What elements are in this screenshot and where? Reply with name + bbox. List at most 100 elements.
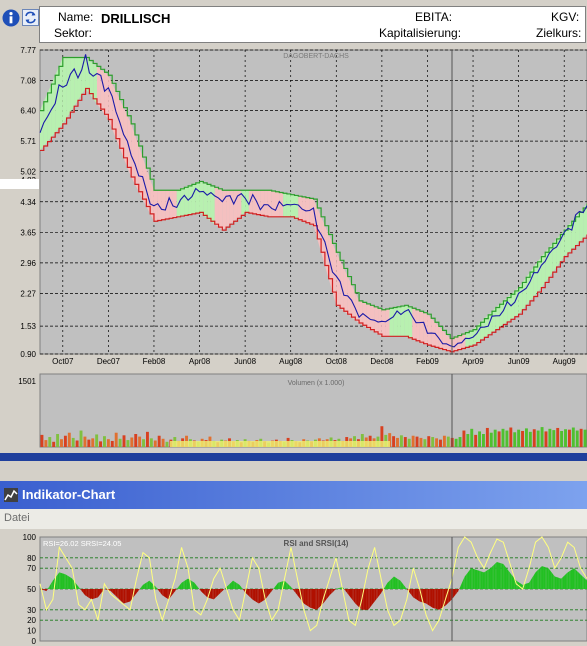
rsi-area-segment [192,581,195,589]
price-y-tick: 3.65 [20,228,36,237]
volume-bar [501,428,505,447]
rsi-area-segment [126,589,129,603]
rsi-area-segment [123,589,126,604]
rsi-area-segment [146,581,148,589]
volume-bar [552,430,556,447]
volume-bar [579,428,583,447]
price-volume-chart[interactable]: 7.777.086.405.715.024.834.343.652.962.27… [0,44,587,454]
volume-bar [83,436,87,447]
info-icon[interactable] [2,9,20,27]
volume-chart-title: Volumen (x 1.000) [288,380,345,387]
volume-bar [63,435,67,447]
rsi-area-segment [466,572,468,589]
rsi-area-segment [435,589,438,610]
rsi-area-segment [477,570,480,589]
volume-bar [114,432,118,447]
rsi-area-segment [368,589,370,610]
rsi-area-segment [413,589,415,599]
rsi-area-segment [577,571,579,589]
rsi-y-tick: 80 [27,554,36,563]
indicator-window-titlebar[interactable]: Indikator-Chart [0,481,587,509]
rsi-area-segment [253,589,256,602]
volume-bar [138,436,142,447]
rsi-area-segment [315,589,317,610]
rsi-area-segment [86,589,89,598]
price-x-tick: Oct07 [52,357,74,366]
rsi-area-segment [482,571,485,589]
rsi-area-segment [184,579,187,589]
volume-bar [458,437,462,447]
volume-bar [454,438,458,447]
rsi-area-segment [393,576,396,589]
rsi-area-segment [490,566,493,589]
rsi-area-segment [128,589,131,602]
rsi-area-segment [57,572,60,589]
rsi-area-segment [88,589,90,599]
volume-bar [95,434,99,447]
band-fill-segment [233,190,238,222]
rsi-area-segment [89,589,92,600]
rsi-area-segment [426,589,428,605]
rsi-area-segment [575,569,578,589]
rsi-area-segment [509,572,512,589]
volume-bar [91,438,95,447]
rsi-area-segment [249,589,251,598]
rsi-area-segment [554,576,557,589]
rsi-area-segment [389,579,391,589]
volume-bar [403,437,407,447]
price-x-tick: Jun09 [508,357,530,366]
volume-bar [419,437,423,447]
volume-bar [153,440,157,447]
rsi-area-segment [307,589,309,607]
rsi-readout: RSI=26.02 SRSI=24.05 [43,539,121,548]
rsi-area-segment [278,582,280,589]
price-y-tick: 6.40 [20,107,36,116]
price-x-tick: Jun08 [234,357,256,366]
band-fill-segment [385,308,390,337]
rsi-area-segment [234,581,237,589]
rsi-area-segment [310,589,312,609]
rsi-area-segment [525,583,528,589]
rsi-area-segment [305,589,308,606]
ebita-label: EBITA: [415,10,453,24]
volume-bar [56,434,60,447]
rsi-area-segment [474,569,476,589]
rsi-area-segment [438,589,441,610]
rsi-area-segment [485,570,488,589]
rsi-area-segment [390,578,393,589]
band-fill-segment [180,187,185,217]
rsi-area-segment [163,589,166,598]
band-fill-segment [286,193,291,217]
price-y-tick: 7.08 [20,77,36,86]
rsi-area-segment [59,572,61,589]
rsi-area-segment [418,589,420,602]
rsi-area-segment [548,568,550,589]
refresh-icon[interactable] [22,9,39,26]
volume-bar [536,430,540,447]
rsi-area-segment [308,589,311,608]
name-value: DRILLISCH [101,11,171,26]
volume-bar [497,431,501,447]
volume-bar [130,437,134,447]
rsi-indicator-chart[interactable]: 100 8070 50 3020 100 RSI and SRSI(14) RSI=26… [0,529,587,646]
rsi-area-segment [535,570,538,589]
rsi-area-segment [213,589,216,600]
volume-bar [103,436,106,447]
rsi-y-tick: 50 [27,585,36,594]
volume-bar [407,438,411,447]
band-fill-segment [416,309,420,343]
rsi-area-segment [484,571,486,589]
rsi-area-segment [233,580,235,589]
rsi-area-segment [472,568,475,589]
rsi-area-segment [541,566,544,589]
panel-divider[interactable] [0,453,587,461]
menu-file[interactable]: Datei [4,512,30,524]
band-fill-segment [161,190,166,220]
rsi-area-segment [469,568,472,589]
volume-bar [462,430,466,447]
rsi-area-segment [479,570,481,589]
rsi-area-segment [162,589,164,597]
rsi-area-segment [570,569,573,589]
rsi-y-tick: 0 [32,637,37,646]
band-fill-segment [309,198,314,226]
